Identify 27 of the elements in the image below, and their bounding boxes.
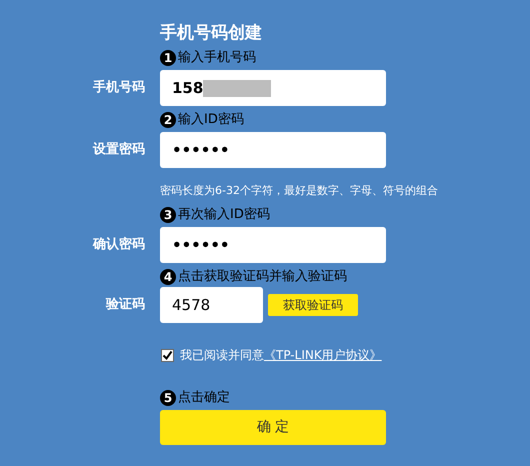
password-hint: 密码长度为6-32个字符，最好是数字、字母、符号的组合 xyxy=(160,184,438,197)
step-number-badge: 1 xyxy=(160,50,176,66)
agreement-text: 我已阅读并同意 xyxy=(180,347,264,364)
step-instruction: 再次输入ID密码 xyxy=(178,206,270,224)
input-field[interactable]: •••••• xyxy=(160,132,386,168)
step-instruction: 点击确定 xyxy=(178,388,230,407)
get-code-button[interactable]: 获取验证码 xyxy=(268,294,358,316)
field-label: 手机号码 xyxy=(92,78,145,98)
field-label: 设置密码 xyxy=(92,140,145,160)
step-number-badge: 4 xyxy=(160,268,176,284)
input-field[interactable]: 158 xyxy=(160,70,386,106)
page-title: 手机号码创建 xyxy=(160,22,263,44)
step-number-badge: 5 xyxy=(160,390,176,406)
field-label: 确认密码 xyxy=(92,236,145,254)
step-instruction: 输入手机号码 xyxy=(178,48,256,67)
check-icon xyxy=(162,350,173,360)
step-instruction: 输入ID密码 xyxy=(178,110,244,129)
redaction-block xyxy=(203,80,272,96)
field-label: 验证码 xyxy=(104,296,145,314)
step-number-badge: 3 xyxy=(160,206,176,222)
step-instruction: 点击获取验证码并输入验证码 xyxy=(178,268,347,286)
input-field[interactable]: 4578 xyxy=(160,287,263,323)
user-agreement-link[interactable]: 《TP-LINK用户协议》 xyxy=(264,346,382,364)
confirm-button[interactable]: 确 定 xyxy=(160,410,386,445)
input-field[interactable]: •••••• xyxy=(160,227,386,263)
agreement-checkbox[interactable] xyxy=(161,348,174,362)
step-number-badge: 2 xyxy=(160,112,176,128)
